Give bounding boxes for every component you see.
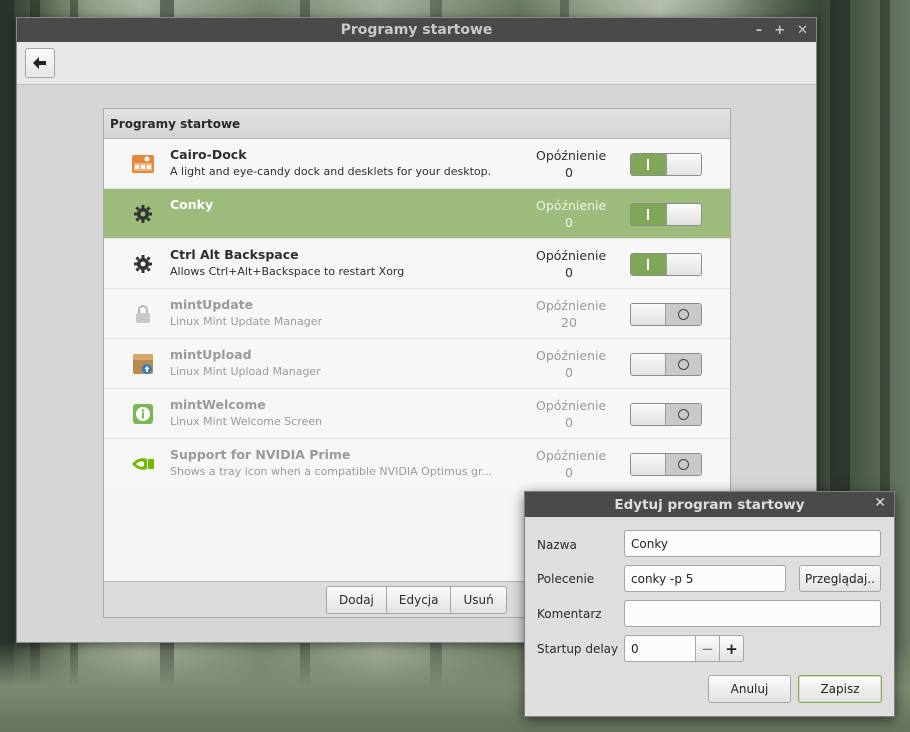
dialog-close-button[interactable]: ✕ bbox=[874, 495, 886, 511]
delay-label: Opóźnienie bbox=[536, 248, 607, 263]
dialog-titlebar[interactable]: Edytuj program startowy ✕ bbox=[525, 492, 894, 517]
lock-icon bbox=[131, 302, 155, 326]
item-description: Linux Mint Welcome Screen bbox=[170, 415, 323, 428]
enable-switch[interactable] bbox=[630, 403, 702, 426]
background-tree bbox=[0, 0, 14, 732]
enable-switch[interactable] bbox=[630, 203, 702, 226]
item-name: Ctrl Alt Backspace bbox=[170, 247, 299, 262]
toolbar bbox=[17, 42, 816, 85]
list-item-mintwelcome[interactable]: mintWelcome Linux Mint Welcome Screen Op… bbox=[104, 389, 730, 439]
item-name: mintWelcome bbox=[170, 397, 266, 412]
item-name: Cairo-Dock bbox=[170, 147, 247, 162]
list-item-cairo-dock[interactable]: Cairo-Dock A light and eye-candy dock an… bbox=[104, 139, 730, 189]
edit-startup-dialog: Edytuj program startowy ✕ Nazwa Poleceni… bbox=[524, 491, 895, 717]
delay-label: Opóźnienie bbox=[536, 448, 607, 463]
enable-switch[interactable] bbox=[630, 303, 702, 326]
item-name: Support for NVIDIA Prime bbox=[170, 447, 351, 462]
minimize-button[interactable]: – bbox=[756, 23, 763, 38]
list-item-nvidia-prime[interactable]: Support for NVIDIA Prime Shows a tray ic… bbox=[104, 439, 730, 489]
list-item-mintupdate[interactable]: mintUpdate Linux Mint Update Manager Opó… bbox=[104, 289, 730, 339]
item-description: Allows Ctrl+Alt+Backspace to restart Xor… bbox=[170, 265, 405, 278]
nvidia-icon bbox=[131, 452, 155, 476]
gear-icon bbox=[131, 202, 155, 226]
comment-label: Komentarz bbox=[537, 607, 602, 621]
enable-switch[interactable] bbox=[630, 453, 702, 476]
upload-box-icon bbox=[131, 352, 155, 376]
delay-label: Opóźnienie bbox=[536, 398, 607, 413]
delay-label: Opóźnienie bbox=[536, 298, 607, 313]
enable-switch[interactable] bbox=[630, 253, 702, 276]
browse-button[interactable]: Przeglądaj.. bbox=[799, 565, 881, 592]
gear-icon bbox=[131, 252, 155, 276]
name-input[interactable] bbox=[624, 530, 881, 557]
item-description: A light and eye-candy dock and desklets … bbox=[170, 165, 492, 178]
delay-label: Opóźnienie bbox=[536, 198, 607, 213]
window-titlebar[interactable]: Programy startowe – + ✕ bbox=[17, 18, 816, 42]
back-button[interactable] bbox=[25, 48, 55, 78]
item-description: Linux Mint Upload Manager bbox=[170, 365, 321, 378]
delay-value: 0 bbox=[565, 365, 573, 380]
name-label: Nazwa bbox=[537, 538, 577, 552]
add-button[interactable]: Dodaj bbox=[326, 586, 387, 614]
list-item-mintupload[interactable]: mintUpload Linux Mint Upload Manager Opó… bbox=[104, 339, 730, 389]
item-name: mintUpload bbox=[170, 347, 252, 362]
startup-delay-label: Startup delay bbox=[537, 642, 619, 656]
list-item-conky[interactable]: Conky Opóźnienie 0 bbox=[104, 189, 730, 239]
delay-label: Opóźnienie bbox=[536, 148, 607, 163]
delay-value: 0 bbox=[565, 465, 573, 480]
edit-button[interactable]: Edycja bbox=[386, 586, 452, 614]
dialog-title: Edytuj program startowy bbox=[614, 496, 805, 513]
close-button[interactable]: ✕ bbox=[797, 23, 808, 38]
delay-value: 0 bbox=[565, 165, 573, 180]
remove-button[interactable]: Usuń bbox=[451, 586, 507, 614]
maximize-button[interactable]: + bbox=[774, 23, 785, 38]
save-button[interactable]: Zapisz bbox=[798, 675, 882, 703]
list-header: Programy startowe bbox=[104, 109, 730, 139]
item-description: Shows a tray icon when a compatible NVID… bbox=[170, 465, 493, 478]
comment-input[interactable] bbox=[624, 600, 881, 627]
delay-label: Opóźnienie bbox=[536, 348, 607, 363]
item-name: mintUpdate bbox=[170, 297, 254, 312]
decrement-button[interactable]: − bbox=[695, 635, 720, 662]
info-icon bbox=[131, 402, 155, 426]
item-name: Conky bbox=[170, 197, 214, 212]
item-description: Linux Mint Update Manager bbox=[170, 315, 323, 328]
increment-button[interactable]: + bbox=[719, 635, 744, 662]
delay-value: 0 bbox=[565, 215, 573, 230]
command-input[interactable] bbox=[624, 565, 786, 592]
command-label: Polecenie bbox=[537, 572, 595, 586]
enable-switch[interactable] bbox=[630, 153, 702, 176]
delay-value: 0 bbox=[565, 265, 573, 280]
enable-switch[interactable] bbox=[630, 353, 702, 376]
cairo-dock-icon bbox=[131, 152, 155, 176]
list-item-ctrl-alt-backspace[interactable]: Ctrl Alt Backspace Allows Ctrl+Alt+Backs… bbox=[104, 239, 730, 289]
startup-delay-input[interactable] bbox=[624, 635, 696, 662]
delay-value: 0 bbox=[565, 415, 573, 430]
delay-value: 20 bbox=[561, 315, 577, 330]
window-title: Programy startowe bbox=[340, 22, 493, 38]
cancel-button[interactable]: Anuluj bbox=[708, 675, 791, 703]
arrow-left-icon bbox=[33, 57, 46, 69]
